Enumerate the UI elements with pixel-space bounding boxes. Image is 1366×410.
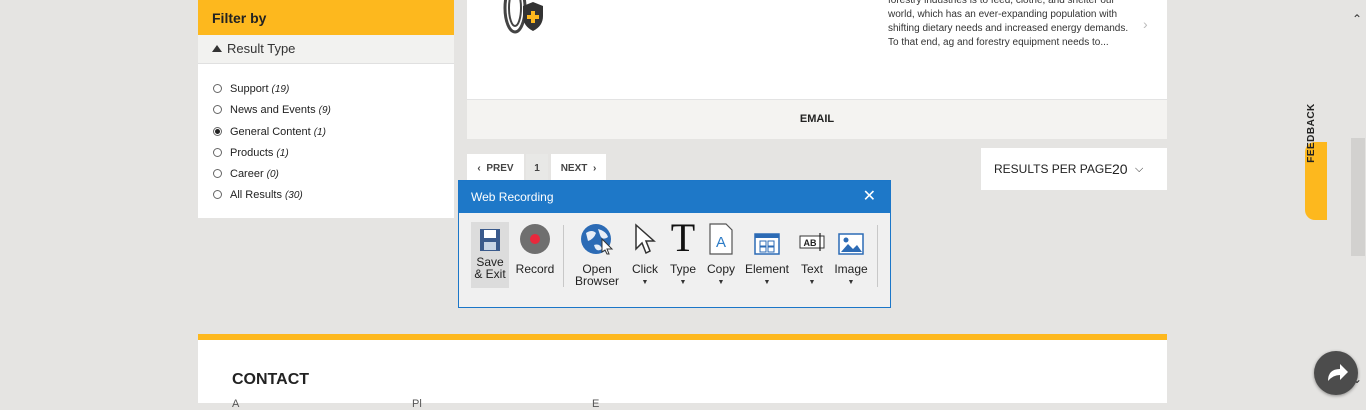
filter-option-label: General Content [230,126,311,138]
save-exit-button[interactable]: Save & Exit [471,222,509,288]
filter-option-support[interactable]: Support (19) [213,81,289,97]
web-recording-dialog: Web Recording ✕ Save & Exit Record Open Br… [458,180,891,308]
copy-button[interactable]: A Copy ▼ [705,221,737,289]
filter-option-count: (30) [284,190,303,201]
dropdown-caret-icon[interactable]: ▼ [743,277,791,289]
type-button[interactable]: T Type ▼ [667,215,699,289]
filter-option-label: Support [230,83,269,95]
open-browser-button[interactable]: Open Browser [571,221,623,287]
element-icon [743,221,791,255]
collapse-up-icon [212,45,222,52]
filter-option-count: (1) [276,148,289,159]
contact-column-text: A [232,398,240,410]
radio-support[interactable] [213,84,222,93]
filter-option-label: All Results [230,189,282,201]
filter-option-label: News and Events [230,104,316,116]
toolbar-divider [877,225,878,287]
radio-general-content[interactable] [213,127,222,136]
radio-career[interactable] [213,169,222,178]
share-button[interactable] [1314,351,1358,395]
page-number-label: 1 [534,163,540,174]
cursor-icon [629,221,661,255]
result-type-label: Result Type [227,41,296,56]
record-button[interactable]: Record [515,221,555,275]
save-exit-label: Save & Exit [474,255,506,281]
text-capture-icon: AB [797,221,827,255]
results-per-page-label: RESULTS PER PAGE [994,162,1113,176]
filter-option-products[interactable]: Products (1) [213,145,289,161]
image-button[interactable]: Image ▼ [833,221,869,289]
share-arrow-icon [1328,364,1348,381]
result-snippet: forestry industries is to feed, clothe, … [888,0,1129,48]
svg-text:AB: AB [804,238,817,248]
click-button[interactable]: Click ▼ [629,221,661,289]
results-per-page-value: 20 [1112,161,1128,177]
dropdown-caret-icon[interactable]: ▼ [797,277,827,289]
results-per-page-select[interactable]: RESULTS PER PAGE 20 ⌵ [981,148,1167,190]
filter-option-news-and-events[interactable]: News and Events (9) [213,102,331,118]
result-type-toggle[interactable]: Result Type [198,35,454,64]
scrollbar-thumb[interactable] [1351,138,1365,256]
filter-option-count: (0) [266,169,279,180]
filter-option-label: Career [230,168,264,180]
text-label: Text [800,262,823,276]
element-label: Element [744,262,790,276]
filter-panel: Filter by Result Type Support (19) News a… [198,0,454,218]
radio-all-results[interactable] [213,190,222,199]
result-card[interactable]: forestry industries is to feed, clothe, … [467,0,1167,99]
toolbar-divider [563,225,564,287]
scroll-up-icon[interactable]: ⌃ [1352,12,1362,26]
copy-document-icon: A [705,221,737,255]
dropdown-caret-icon[interactable]: ▼ [629,277,661,289]
contact-column-text: Pl [412,398,422,410]
feedback-label: FEEDBACK [1306,103,1317,163]
text-button[interactable]: AB Text ▼ [797,221,827,289]
chevron-left-icon: ‹ [477,163,481,174]
image-label: Image [834,262,868,276]
email-button[interactable]: EMAIL [467,99,1167,139]
svg-text:A: A [716,234,726,251]
tire-shield-icon [503,0,543,34]
click-label: Click [632,262,658,276]
chevron-down-icon: ⌵ [1135,163,1144,175]
filter-header: Filter by [198,0,454,35]
radio-news-and-events[interactable] [213,105,222,114]
contact-title: CONTACT [232,371,310,388]
filter-option-career[interactable]: Career (0) [213,166,279,182]
filter-option-label: Products [230,147,274,159]
type-label: Type [669,262,696,276]
prev-label: PREV [486,163,514,174]
dialog-title: Web Recording [471,190,554,204]
save-icon [471,222,509,252]
next-label: NEXT [560,163,588,174]
contact-section: CONTACT A Pl E [198,340,1167,410]
element-button[interactable]: Element ▼ [743,221,791,289]
email-label: EMAIL [799,113,835,125]
dropdown-caret-icon[interactable]: ▼ [833,277,869,289]
image-icon [833,221,869,255]
filter-option-all-results[interactable]: All Results (30) [213,187,303,203]
record-icon [515,221,555,255]
filter-option-count: (1) [313,127,326,138]
open-browser-label: Open Browser [574,262,619,288]
dropdown-caret-icon[interactable]: ▼ [705,277,737,289]
dialog-titlebar[interactable]: Web Recording ✕ [459,181,890,213]
record-label: Record [515,262,555,276]
contact-column-text: E [592,398,600,410]
filter-option-count: (9) [318,105,331,116]
filter-option-count: (19) [271,84,290,95]
filter-option-general-content[interactable]: General Content (1) [213,124,326,140]
dropdown-caret-icon[interactable]: ▼ [667,277,699,289]
chevron-right-icon[interactable]: › [1143,16,1148,32]
type-t-icon: T [670,215,696,260]
globe-icon [571,221,623,255]
close-icon[interactable]: ✕ [863,181,876,213]
radio-products[interactable] [213,148,222,157]
chevron-right-icon: › [592,163,597,174]
copy-label: Copy [706,262,735,276]
